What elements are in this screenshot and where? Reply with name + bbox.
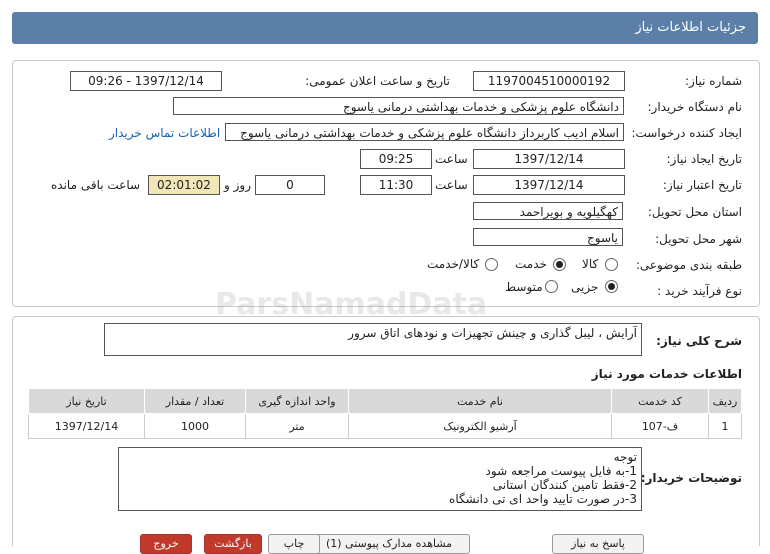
header-need-date: تاریخ نیاز [28, 388, 145, 414]
cell-row-number: 1 [708, 413, 742, 439]
need-number-field: 1197004510000192 [473, 71, 625, 91]
services-table: ردیف کد خدمت نام خدمت واحد اندازه گیری ت… [28, 388, 742, 439]
validity-label: تاریخ اعتبار نیاز: [662, 178, 742, 192]
validity-time-label: ساعت [435, 178, 468, 192]
header-row-number: ردیف [708, 388, 742, 414]
remaining-time-field: 02:01:02 [148, 175, 220, 195]
category-radio-service[interactable] [553, 258, 566, 271]
back-button[interactable]: بازگشت [204, 534, 262, 554]
print-button[interactable]: چاپ [268, 534, 320, 554]
buyer-note-line: توجه [613, 450, 637, 464]
process-option-minor: جزیی [571, 280, 599, 294]
view-attachments-button[interactable]: مشاهده مدارک پیوستی (1) [308, 534, 470, 554]
cell-need-date: 1397/12/14 [28, 413, 145, 439]
creator-field: اسلام ادیب کاربرداز دانشگاه علوم پزشکی و… [225, 123, 624, 141]
category-label: طبقه بندی موضوعی: [635, 258, 742, 272]
category-radio-goods[interactable] [605, 258, 618, 271]
respond-button[interactable]: پاسخ به نیاز [552, 534, 644, 554]
category-option-goods-service: کالا/خدمت [427, 257, 480, 271]
exit-button[interactable]: خروج [140, 534, 192, 554]
province-label: استان محل تحویل: [647, 205, 742, 219]
category-radio-goods-service[interactable] [485, 258, 498, 271]
summary-label: شرح کلی نیاز: [656, 334, 742, 348]
validity-time-field: 11:30 [360, 175, 432, 195]
creator-label: ایجاد کننده درخواست: [631, 126, 742, 140]
buyer-notes-field: توجه 1-به فایل پیوست مراجعه شود 2-فقط تا… [118, 447, 642, 511]
cell-unit: متر [245, 413, 349, 439]
header-quantity: تعداد / مقدار [144, 388, 246, 414]
buyer-note-line: 1-به فایل پیوست مراجعه شود [485, 464, 637, 478]
title-bar: جزئیات اطلاعات نیاز [12, 12, 758, 44]
days-field: 0 [255, 175, 325, 195]
table-header-row: ردیف کد خدمت نام خدمت واحد اندازه گیری ت… [28, 388, 742, 414]
cell-quantity: 1000 [144, 413, 246, 439]
header-service-name: نام خدمت [348, 388, 612, 414]
summary-field: آرایش ، لیبل گذاری و چینش تجهیزات و نوده… [104, 323, 642, 356]
remaining-label: ساعت باقی مانده [51, 178, 141, 192]
created-time-label: ساعت [435, 152, 468, 166]
buyer-note-line: 3-در صورت تایید واحد ای تی دانشگاه [449, 492, 637, 506]
city-field: یاسوج [473, 228, 623, 246]
services-title: اطلاعات خدمات مورد نیاز [591, 367, 742, 381]
buyer-org-field: دانشگاه علوم پزشکی و خدمات بهداشتی درمان… [173, 97, 624, 115]
city-label: شهر محل تحویل: [655, 232, 742, 246]
process-label: نوع فرآیند خرید : [657, 284, 742, 298]
page-title: جزئیات اطلاعات نیاز [635, 20, 746, 35]
buyer-org-label: نام دستگاه خریدار: [647, 100, 743, 114]
table-row: 1 ف-107 آرشیو الکترونیک متر 1000 1397/12… [28, 413, 742, 439]
summary-text: آرایش ، لیبل گذاری و چینش تجهیزات و نوده… [348, 326, 637, 340]
created-date-field: 1397/12/14 [473, 149, 625, 169]
cell-service-code: ف-107 [611, 413, 709, 439]
validity-date-field: 1397/12/14 [473, 175, 625, 195]
province-field: کهگیلویه و بویراحمد [473, 202, 623, 220]
day-and-label: روز و [224, 178, 251, 192]
cell-service-name: آرشیو الکترونیک [348, 413, 612, 439]
created-date-label: تاریخ ایجاد نیاز: [666, 152, 742, 166]
buyer-notes-label: توضیحات خریدار: [640, 471, 742, 485]
header-unit: واحد اندازه گیری [245, 388, 349, 414]
process-radio-minor[interactable] [605, 280, 618, 293]
announce-field: 1397/12/14 - 09:26 [70, 71, 222, 91]
buyer-note-line: 2-فقط تامین کنندگان استانی [492, 478, 637, 492]
announce-label: تاریخ و ساعت اعلان عمومی: [305, 74, 450, 88]
process-option-medium: متوسط [505, 280, 543, 294]
category-option-goods: کالا [582, 257, 599, 271]
process-radio-medium[interactable] [545, 280, 558, 293]
category-option-service: خدمت [515, 257, 547, 271]
contact-buyer-link[interactable]: اطلاعات تماس خریدار [109, 126, 220, 140]
created-time-field: 09:25 [360, 149, 432, 169]
need-number-label: شماره نیاز: [685, 74, 742, 88]
header-service-code: کد خدمت [611, 388, 709, 414]
